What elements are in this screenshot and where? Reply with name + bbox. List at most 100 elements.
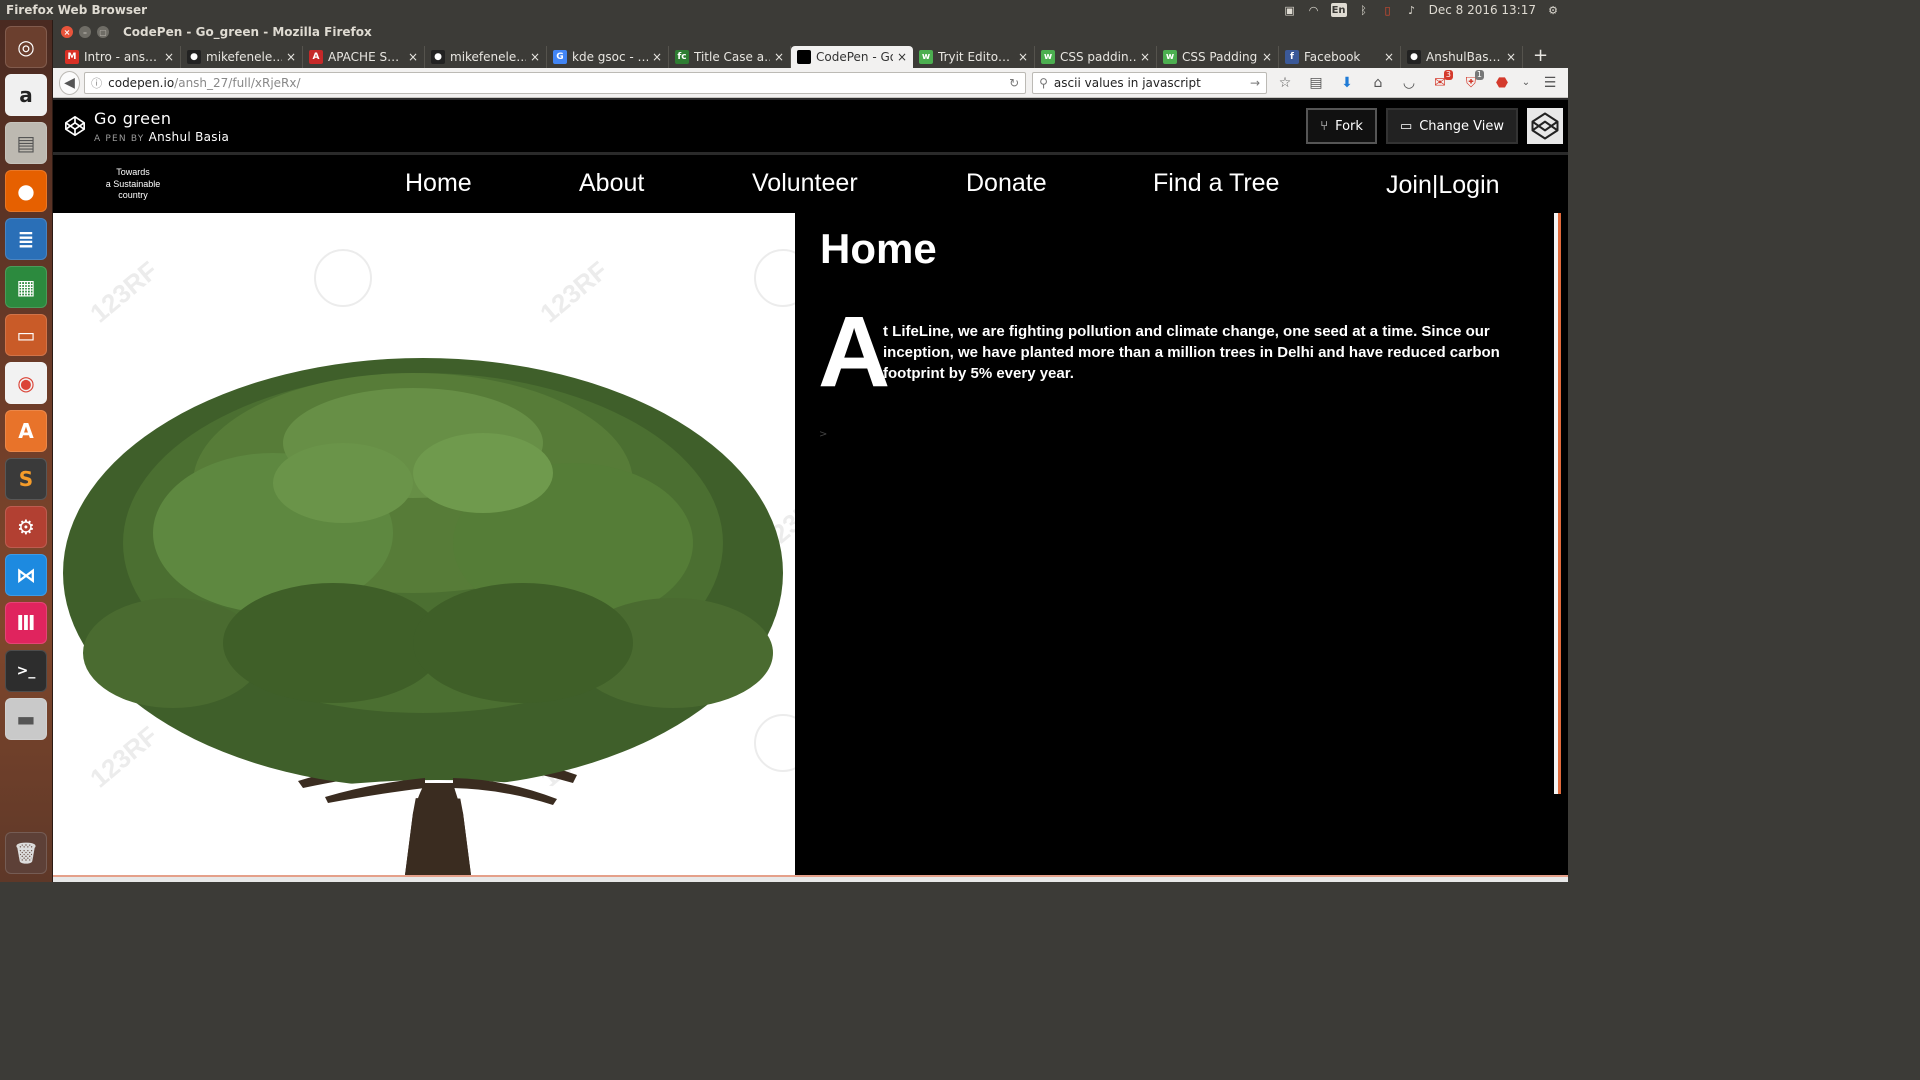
chrome-icon[interactable]: ◉	[5, 362, 47, 404]
disks-icon[interactable]: ▬	[5, 698, 47, 740]
software-center-icon[interactable]: A	[5, 410, 47, 452]
tab-close-icon[interactable]: ×	[1018, 50, 1028, 64]
new-tab-button[interactable]: +	[1533, 45, 1548, 68]
reading-list-icon[interactable]: ▤	[1304, 71, 1328, 95]
browser-tab[interactable]: ● mikefenele… ×	[425, 46, 547, 68]
nav-find-a-tree-link[interactable]: Find a Tree	[1153, 169, 1279, 198]
wifi-icon[interactable]: ◠	[1307, 3, 1321, 17]
tab-close-icon[interactable]: ×	[530, 50, 540, 64]
volume-icon[interactable]: ♪	[1405, 3, 1419, 17]
downloads-icon[interactable]: ⬇	[1335, 71, 1359, 95]
indicator-area: ▣ ◠ En ᛒ ▯ ♪ Dec 8 2016 13:17 ⚙	[1283, 3, 1568, 17]
window-maximize-button[interactable]: ▢	[97, 26, 109, 38]
vscode-icon[interactable]: ⋈	[5, 554, 47, 596]
adblock-plus-icon[interactable]: ⬣	[1490, 71, 1514, 95]
trash-icon[interactable]: 🗑	[5, 832, 47, 874]
firefox-icon[interactable]: ●	[5, 170, 47, 212]
nav-volunteer-link[interactable]: Volunteer	[752, 169, 858, 198]
tagline-line-2: a Sustainable	[105, 178, 161, 189]
browser-tab[interactable]: w CSS paddin… ×	[1035, 46, 1157, 68]
browser-tab[interactable]: Gkde gsoc - … ×	[547, 46, 669, 68]
tab-label: Intro - ans…	[84, 50, 158, 64]
bluetooth-icon[interactable]: ᛒ	[1357, 3, 1371, 17]
gmail-notifier-icon[interactable]: ✉ 3	[1428, 69, 1453, 95]
tab-close-icon[interactable]: ×	[408, 50, 418, 64]
writer-icon[interactable]: ≣	[5, 218, 47, 260]
ubuntu-dash-icon[interactable]: ◎	[5, 26, 47, 68]
browser-tab[interactable]: fc Title Case a… ×	[669, 46, 791, 68]
browser-tab[interactable]: M Intro - ans… ×	[59, 46, 181, 68]
pen-navbar: Towards a Sustainable country Home About…	[53, 158, 1561, 213]
window-minimize-button[interactable]: –	[79, 26, 91, 38]
tab-close-icon[interactable]: ×	[1506, 50, 1516, 64]
sublime-text-icon[interactable]: S	[5, 458, 47, 500]
system-gear-icon[interactable]: ⚙	[1546, 3, 1560, 17]
settings-icon[interactable]: ⚙	[5, 506, 47, 548]
user-avatar[interactable]	[1527, 108, 1563, 144]
menu-hamburger-icon[interactable]: ☰	[1538, 71, 1562, 95]
browser-tab[interactable]: w Tryit Edito… ×	[913, 46, 1035, 68]
nav-donate-link[interactable]: Donate	[966, 169, 1047, 198]
fork-button[interactable]: ⑂ Fork	[1306, 108, 1377, 144]
search-go-icon[interactable]: →	[1250, 76, 1260, 90]
browser-tab[interactable]: f Facebook ×	[1279, 46, 1401, 68]
caret-text: >	[819, 429, 828, 440]
amazon-icon[interactable]: a	[5, 74, 47, 116]
reload-icon[interactable]: ↻	[1009, 76, 1019, 90]
tab-close-icon[interactable]: ×	[774, 50, 784, 64]
change-view-button[interactable]: ▭ Change View	[1385, 108, 1518, 144]
url-bar[interactable]: ⓘ codepen.io/ansh_27/full/xRjeRx/ ↻	[84, 71, 1027, 94]
tab-label: kde gsoc - …	[572, 50, 648, 64]
pen-author-link[interactable]: Anshul Basia	[149, 130, 230, 144]
pen-body: 123RF 123RF 123RF 123RF 123RF 123RF	[53, 213, 1561, 875]
calc-icon[interactable]: ▦	[5, 266, 47, 308]
unity-launcher: ◎ a ▤ ● ≣ ▦ ▭ ◉ A S ⚙ ⋈ Ⅲ >_ ▬ 🗑	[0, 20, 53, 882]
intro-paragraph: t LifeLine, we are fighting pollution an…	[883, 323, 1500, 382]
change-view-icon: ▭	[1399, 118, 1413, 134]
tab-close-icon[interactable]: ×	[652, 50, 662, 64]
addon-dropdown-icon[interactable]: ⌄	[1521, 71, 1531, 95]
bookmark-star-icon[interactable]: ☆	[1273, 71, 1297, 95]
tab-favicon-icon: ●	[187, 50, 201, 64]
browser-tab[interactable]: A APACHE S… ×	[303, 46, 425, 68]
home-icon[interactable]: ⌂	[1366, 71, 1390, 95]
tree-image: 123RF 123RF 123RF 123RF 123RF 123RF	[63, 249, 795, 875]
tab-label: APACHE S…	[328, 50, 400, 64]
search-input-value: ascii values in javascript	[1053, 75, 1201, 90]
keyboard-layout-indicator[interactable]: En	[1330, 3, 1347, 17]
ublock-icon[interactable]: ⛨ 1	[1459, 69, 1484, 95]
site-tagline: Towards a Sustainable country	[101, 167, 165, 202]
browser-tab[interactable]: CodePen - Go_… ×	[791, 46, 913, 68]
watermark-text: 123RF	[534, 255, 613, 328]
dropbox-indicator-icon[interactable]: ▣	[1283, 3, 1297, 17]
ublock-badge: 1	[1474, 69, 1484, 80]
tab-close-icon[interactable]: ×	[164, 50, 174, 64]
codepen-logo-icon[interactable]	[64, 115, 86, 137]
window-close-button[interactable]: ×	[61, 26, 73, 38]
terminal-icon[interactable]: >_	[5, 650, 47, 692]
tab-close-icon[interactable]: ×	[1262, 50, 1272, 64]
impress-icon[interactable]: ▭	[5, 314, 47, 356]
active-app-name: Firefox Web Browser	[6, 3, 148, 17]
tab-label: mikefenele…	[450, 50, 526, 64]
browser-tab[interactable]: ● AnshulBas… ×	[1401, 46, 1523, 68]
tab-close-icon[interactable]: ×	[1384, 50, 1394, 64]
tab-close-icon[interactable]: ×	[1140, 50, 1150, 64]
nav-home-link[interactable]: Home	[405, 169, 472, 198]
tab-close-icon[interactable]: ×	[286, 50, 296, 64]
nav-about-link[interactable]: About	[579, 169, 644, 198]
clock[interactable]: Dec 8 2016 13:17	[1429, 3, 1536, 17]
search-bar[interactable]: ⚲ ascii values in javascript →	[1032, 71, 1267, 94]
tab-close-icon[interactable]: ×	[897, 50, 907, 64]
gitkraken-icon[interactable]: Ⅲ	[5, 602, 47, 644]
tab-favicon-icon: w	[1163, 50, 1177, 64]
browser-tab[interactable]: ● mikefenele… ×	[181, 46, 303, 68]
back-button[interactable]: ◀	[59, 70, 81, 95]
tab-label: Title Case a…	[694, 50, 770, 64]
browser-tab[interactable]: w CSS Padding ×	[1157, 46, 1279, 68]
battery-icon[interactable]: ▯	[1381, 3, 1395, 17]
nav-join-login-link[interactable]: Join|Login	[1386, 171, 1500, 200]
files-icon[interactable]: ▤	[5, 122, 47, 164]
site-info-icon[interactable]: ⓘ	[91, 75, 102, 91]
pocket-icon[interactable]: ◡	[1397, 71, 1421, 95]
